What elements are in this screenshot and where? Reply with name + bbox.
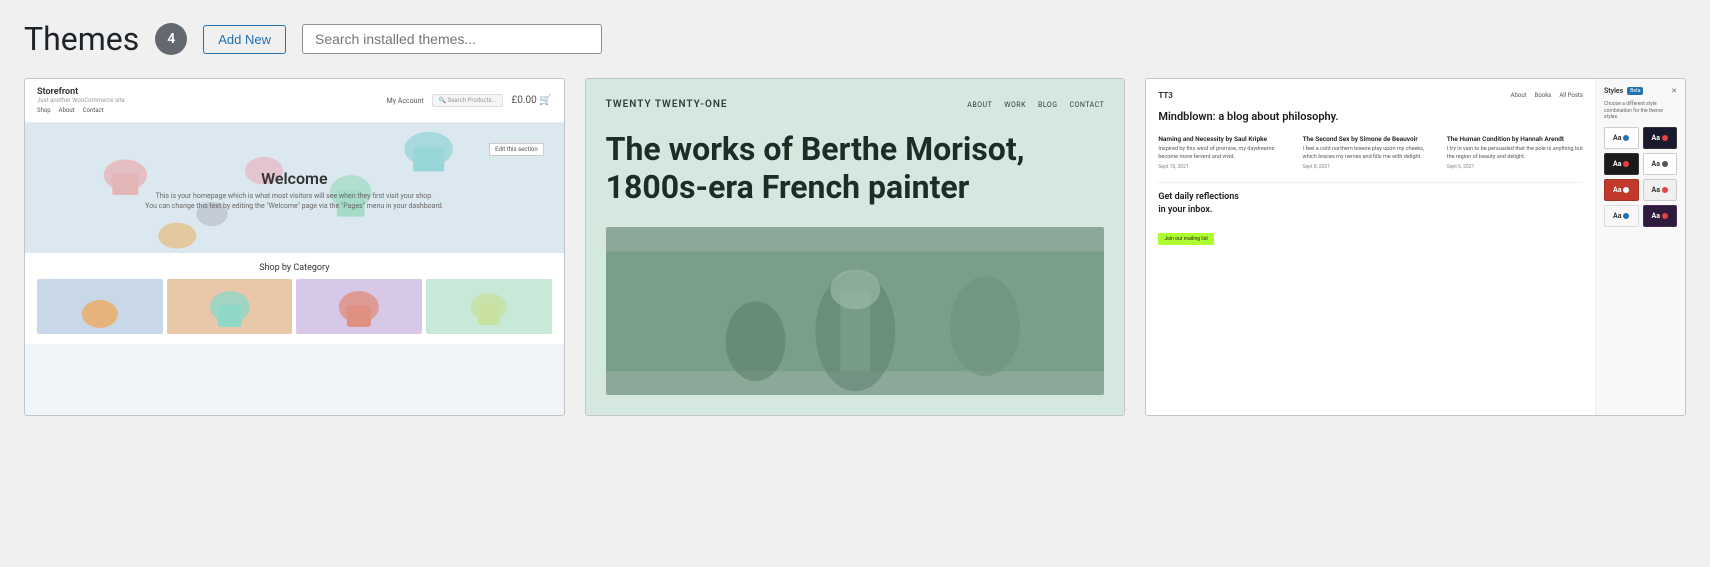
- tt3-article-date-3: Sept 6, 2021: [1447, 164, 1583, 170]
- sf-product-2: [167, 279, 293, 334]
- tt3-cta: Get daily reflectionsin your inbox.: [1158, 191, 1583, 216]
- tt3-preview: TT3 About Books All Posts Mindblown: a b…: [1146, 79, 1685, 415]
- tt3-article-body-1: Inspired by this wind of promise, my day…: [1158, 146, 1294, 161]
- tt1-image: [606, 227, 1105, 396]
- tt1-site-name: TWENTY TWENTY-ONE: [606, 99, 728, 110]
- tt3-article-title-3: The Human Condition by Hannah Arendt: [1447, 135, 1583, 143]
- tt3-article-title-1: Naming and Necessity by Saul Kripke: [1158, 135, 1294, 143]
- theme-card-tt3: TT3 About Books All Posts Mindblown: a b…: [1145, 78, 1686, 416]
- theme-card-storefront: Storefront Just another WooCommerce site…: [24, 78, 565, 416]
- sf-products: [37, 279, 552, 334]
- tt3-article-date-1: Sept 10, 2021: [1158, 164, 1294, 170]
- sf-nav-contact: Contact: [83, 107, 104, 114]
- tt3-divider: [1158, 182, 1583, 183]
- themes-grid: Storefront Just another WooCommerce site…: [24, 78, 1686, 416]
- tt3-sidebar-title-area: Styles Beta: [1604, 87, 1643, 95]
- tt3-style-3[interactable]: Aa: [1604, 153, 1639, 175]
- tt3-cta-btn[interactable]: Join our mailing list: [1158, 233, 1214, 245]
- tt1-nav-contact: CONTACT: [1069, 101, 1104, 109]
- sf-shop-section: Shop by Category: [25, 253, 564, 344]
- tt1-nav-blog: BLOG: [1038, 101, 1058, 109]
- tt3-article-body-3: I try in vain to be persuaded that the p…: [1447, 146, 1583, 161]
- tt3-style-4[interactable]: Aa: [1643, 153, 1678, 175]
- theme-count-badge: 4: [155, 23, 187, 55]
- tt3-article-1: Naming and Necessity by Saul Kripke Insp…: [1158, 135, 1294, 170]
- tt3-article-3: The Human Condition by Hannah Arendt I t…: [1447, 135, 1583, 170]
- tt3-dot-1: [1623, 135, 1629, 141]
- page-header: Themes 4 Add New: [24, 20, 1686, 58]
- search-input[interactable]: [302, 24, 602, 54]
- tt3-article-body-2: I feel a cold northern breeze play upon …: [1303, 146, 1439, 161]
- sf-nav: Shop About Contact: [37, 107, 125, 114]
- sf-logo-area: Storefront Just another WooCommerce site…: [37, 87, 125, 114]
- storefront-preview: Storefront Just another WooCommerce site…: [25, 79, 564, 415]
- tt3-sidebar-desc: Choose a different style combination for…: [1604, 101, 1677, 121]
- sf-welcome-text: Welcome: [41, 169, 548, 188]
- tt3-style-8[interactable]: Aa: [1643, 205, 1678, 227]
- tt3-footer: Twenty Twenty-Three: [1146, 415, 1685, 416]
- tt3-nav: About Books All Posts: [1511, 92, 1583, 99]
- tt3-dot-8: [1662, 213, 1668, 219]
- tt3-sidebar-title: Styles: [1604, 87, 1623, 95]
- tt3-nav-posts: All Posts: [1559, 92, 1583, 99]
- tt1-footer: Twenty Twenty-One: [586, 415, 1125, 416]
- tt1-nav: ABOUT WORK BLOG CONTACT: [967, 101, 1104, 109]
- tt3-styles-badge: Beta: [1627, 87, 1643, 95]
- sf-product-3: [296, 279, 422, 334]
- tt3-style-7[interactable]: Aa: [1604, 205, 1639, 227]
- sf-header-right: My Account 🔍 Search Products... £0.00 🛒: [387, 94, 552, 107]
- sf-product-4: [426, 279, 552, 334]
- tt3-style-1[interactable]: Aa: [1604, 127, 1639, 149]
- page-title: Themes: [24, 20, 139, 58]
- tt3-nav-about: About: [1511, 92, 1527, 99]
- tt3-dot-7: [1623, 213, 1629, 219]
- tt1-nav-work: WORK: [1004, 101, 1026, 109]
- tt3-dot-2: [1662, 135, 1668, 141]
- tt3-sidebar: Styles Beta ✕ Choose a different style c…: [1595, 79, 1685, 415]
- sf-logo: Storefront: [37, 87, 125, 97]
- sf-cart: £0.00 🛒: [511, 95, 551, 106]
- tt3-dot-6: [1662, 187, 1668, 193]
- storefront-footer: Active: Storefront Customize: [25, 415, 564, 416]
- sf-desc2: You can change this text by editing the …: [41, 202, 548, 210]
- tt1-hero-text: The works of Berthe Morisot, 1800s-era F…: [606, 130, 1105, 207]
- tt3-style-5[interactable]: Aa: [1604, 179, 1639, 201]
- tt3-dot-3: [1623, 161, 1629, 167]
- tt3-main: TT3 About Books All Posts Mindblown: a b…: [1146, 79, 1595, 415]
- tt3-article-title-2: The Second Sex by Simone de Beauvoir: [1303, 135, 1439, 143]
- tt3-dot-4: [1662, 161, 1668, 167]
- tt1-preview: TWENTY TWENTY-ONE ABOUT WORK BLOG CONTAC…: [586, 79, 1125, 415]
- tt3-logo: TT3: [1158, 91, 1173, 100]
- tt3-style-grid: Aa Aa Aa Aa Aa: [1604, 127, 1677, 227]
- sf-desc1: This is your homepage which is what most…: [41, 192, 548, 200]
- tt3-style-2[interactable]: Aa: [1643, 127, 1678, 149]
- sf-hero: Edit this section Welcome This is your h…: [25, 123, 564, 253]
- tt3-articles: Naming and Necessity by Saul Kripke Insp…: [1158, 135, 1583, 170]
- sf-nav-shop: Shop: [37, 107, 51, 114]
- add-new-button[interactable]: Add New: [203, 25, 286, 54]
- sf-tagline: Just another WooCommerce site: [37, 97, 125, 104]
- sf-my-account: My Account: [387, 97, 424, 105]
- tt3-dot-5: [1623, 187, 1629, 193]
- sf-edit-btn[interactable]: Edit this section: [489, 143, 544, 156]
- sf-search: 🔍 Search Products...: [432, 94, 504, 107]
- theme-card-tt1: TWENTY TWENTY-ONE ABOUT WORK BLOG CONTAC…: [585, 78, 1126, 416]
- tt1-header: TWENTY TWENTY-ONE ABOUT WORK BLOG CONTAC…: [606, 99, 1105, 110]
- tt3-tagline: Mindblown: a blog about philosophy.: [1158, 110, 1583, 123]
- tt3-sidebar-header: Styles Beta ✕: [1604, 87, 1677, 95]
- sf-shop-title: Shop by Category: [37, 263, 552, 273]
- tt3-close-btn[interactable]: ✕: [1671, 87, 1677, 95]
- tt3-article-2: The Second Sex by Simone de Beauvoir I f…: [1303, 135, 1439, 170]
- sf-header: Storefront Just another WooCommerce site…: [25, 79, 564, 123]
- sf-welcome-area: Welcome This is your homepage which is w…: [41, 169, 548, 210]
- tt3-nav-books: Books: [1535, 92, 1552, 99]
- tt1-nav-about: ABOUT: [967, 101, 992, 109]
- tt3-style-6[interactable]: Aa: [1643, 179, 1678, 201]
- sf-product-1: [37, 279, 163, 334]
- sf-nav-about: About: [59, 107, 75, 114]
- tt3-header: TT3 About Books All Posts: [1158, 91, 1583, 100]
- tt3-article-date-2: Sept 8, 2021: [1303, 164, 1439, 170]
